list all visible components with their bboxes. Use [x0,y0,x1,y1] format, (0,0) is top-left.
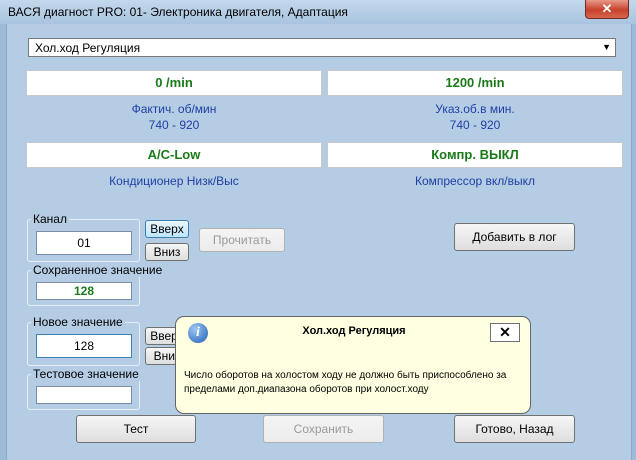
channel-up-button[interactable]: Вверх [145,220,189,238]
balloon-message: Число оборотов на холостом ходу не должн… [184,370,507,395]
channel-input[interactable]: 01 [36,231,132,255]
ac-status-value: A/C-Low [26,142,322,168]
test-button[interactable]: Тест [76,415,196,443]
save-button[interactable]: Сохранить [263,415,384,443]
window-title: ВАСЯ диагност PRO: 01- Электроника двига… [8,5,348,19]
info-balloon: i Хол.ход Регуляция ✕ Число оборотов на … [175,316,531,414]
balloon-title: Хол.ход Регуляция [302,325,406,337]
channel-down-button[interactable]: Вниз [145,243,189,261]
done-back-button[interactable]: Готово, Назад [454,415,575,443]
ac-status-label: Кондиционер Низк/Выс [109,174,239,188]
function-select[interactable]: Хол.ход Регуляция ▼ [28,38,616,57]
balloon-close-button[interactable]: ✕ [490,323,520,342]
actual-rpm-range: 740 - 920 [148,118,200,132]
new-value-input[interactable]: 128 [36,334,132,358]
title-bar: ВАСЯ диагност PRO: 01- Электроника двига… [0,0,636,24]
saved-value-label: Сохраненное значение [31,263,165,277]
test-value-label: Тестовое значение [31,367,141,381]
add-to-log-button[interactable]: Добавить в лог [454,223,575,251]
window-close-button[interactable]: ✕ [585,0,629,19]
actual-rpm-value: 0 /min [26,70,322,96]
saved-value-field: 128 [36,282,132,300]
new-value-label: Новое значение [31,315,125,329]
function-select-value: Хол.ход Регуляция [35,41,141,55]
chevron-down-icon: ▼ [602,42,611,52]
specified-rpm-value: 1200 /min [327,70,623,96]
specified-rpm-range: 740 - 920 [449,118,501,132]
close-icon: ✕ [499,324,511,340]
compressor-status-value: Компр. ВЫКЛ [327,142,623,168]
read-button[interactable]: Прочитать [199,228,285,252]
test-value-field[interactable] [36,386,132,404]
actual-rpm-label: Фактич. об/мин [131,102,217,116]
specified-rpm-label: Указ.об.в мин. [435,102,515,116]
close-icon: ✕ [601,1,613,16]
compressor-status-label: Компрессор вкл/выкл [414,174,536,188]
channel-label: Канал [31,212,69,226]
